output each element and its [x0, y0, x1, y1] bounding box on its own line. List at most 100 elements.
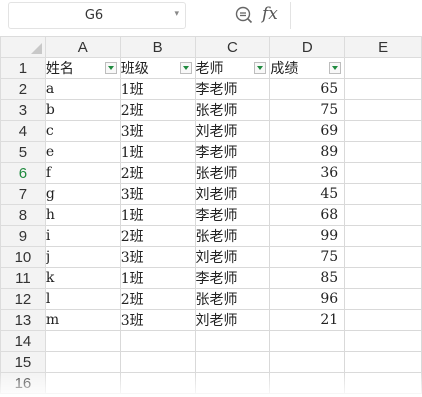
cell-class[interactable]: 1班 [119, 141, 196, 163]
cell-class[interactable]: 2班 [119, 225, 196, 247]
cell-class[interactable]: 2班 [119, 288, 196, 310]
row-header[interactable]: 5 [0, 141, 46, 163]
cell-header-teacher[interactable]: 老师 [194, 57, 271, 79]
cell-score[interactable]: 75 [269, 246, 346, 268]
cell-name[interactable]: c [44, 120, 121, 142]
cell-score[interactable]: 89 [269, 141, 346, 163]
row-header[interactable]: 1 [0, 57, 46, 79]
cell-score[interactable]: 85 [269, 267, 346, 289]
cell-class[interactable]: 2班 [119, 162, 196, 184]
row-header[interactable]: 8 [0, 204, 46, 226]
cell-name[interactable]: b [44, 99, 121, 121]
cell-empty[interactable] [344, 141, 422, 163]
cell-empty[interactable] [344, 78, 422, 100]
cell-empty[interactable] [344, 225, 422, 247]
cell-teacher[interactable] [194, 330, 271, 352]
cell-name[interactable]: l [44, 288, 121, 310]
cell-teacher[interactable]: 刘老师 [194, 309, 271, 331]
row-header[interactable]: 9 [0, 225, 46, 247]
cell-empty[interactable] [344, 288, 422, 310]
cell-teacher[interactable]: 张老师 [194, 99, 271, 121]
cell-teacher[interactable]: 李老师 [194, 204, 271, 226]
cell-name[interactable] [44, 351, 121, 373]
filter-dropdown-icon[interactable] [329, 62, 342, 74]
name-box[interactable]: G6 ▾ [8, 2, 186, 29]
cell-teacher[interactable]: 李老师 [194, 267, 271, 289]
cell-teacher[interactable]: 张老师 [194, 162, 271, 184]
column-header-b[interactable]: B [119, 36, 196, 58]
cell-class[interactable]: 3班 [119, 183, 196, 205]
cell-empty[interactable] [344, 330, 422, 352]
cell-name[interactable]: a [44, 78, 121, 100]
column-header-d[interactable]: D [269, 36, 346, 58]
select-all-corner[interactable] [0, 36, 46, 58]
cell-class[interactable] [119, 330, 196, 352]
cell-score[interactable] [269, 351, 346, 373]
cell-score[interactable]: 68 [269, 204, 346, 226]
cell-class[interactable]: 3班 [119, 120, 196, 142]
cell-header-class[interactable]: 班级 [119, 57, 196, 79]
cell-teacher[interactable]: 张老师 [194, 288, 271, 310]
cell-empty[interactable] [344, 183, 422, 205]
row-header[interactable]: 4 [0, 120, 46, 142]
row-header[interactable]: 3 [0, 99, 46, 121]
row-header[interactable]: 15 [0, 351, 46, 373]
cell-score[interactable]: 21 [269, 309, 346, 331]
cell-class[interactable]: 1班 [119, 267, 196, 289]
fx-icon[interactable]: fx [262, 4, 278, 24]
cell-score[interactable]: 36 [269, 162, 346, 184]
row-header[interactable]: 2 [0, 78, 46, 100]
zoom-search-icon[interactable] [234, 5, 254, 25]
cell-empty[interactable] [344, 267, 422, 289]
cell-header-score[interactable]: 成绩 [269, 57, 346, 79]
cell-empty[interactable] [344, 162, 422, 184]
cell-name[interactable]: i [44, 225, 121, 247]
cell-name[interactable]: j [44, 246, 121, 268]
cell-header-name[interactable]: 姓名 [44, 57, 121, 79]
cell-score[interactable]: 65 [269, 78, 346, 100]
row-header[interactable]: 14 [0, 330, 46, 352]
cell-empty[interactable] [344, 309, 422, 331]
row-header[interactable]: 13 [0, 309, 46, 331]
cell-name[interactable]: k [44, 267, 121, 289]
cell-empty[interactable] [344, 351, 422, 373]
cell-class[interactable]: 1班 [119, 204, 196, 226]
column-header-a[interactable]: A [44, 36, 121, 58]
column-header-c[interactable]: C [194, 36, 271, 58]
cell-teacher[interactable]: 刘老师 [194, 246, 271, 268]
row-header[interactable]: 6 [0, 162, 46, 184]
cell-score[interactable]: 99 [269, 225, 346, 247]
cell-empty[interactable] [344, 57, 422, 79]
cell-class[interactable]: 3班 [119, 309, 196, 331]
cell-name[interactable] [44, 330, 121, 352]
cell-score[interactable]: 96 [269, 288, 346, 310]
cell-class[interactable]: 3班 [119, 246, 196, 268]
cell-name[interactable]: f [44, 162, 121, 184]
row-header[interactable]: 11 [0, 267, 46, 289]
cell-teacher[interactable]: 张老师 [194, 225, 271, 247]
cell-empty[interactable] [344, 99, 422, 121]
column-header-e[interactable]: E [344, 36, 422, 58]
cell-teacher[interactable]: 李老师 [194, 141, 271, 163]
cell-score[interactable]: 45 [269, 183, 346, 205]
cell-score[interactable] [269, 330, 346, 352]
row-header[interactable]: 7 [0, 183, 46, 205]
row-header[interactable]: 12 [0, 288, 46, 310]
cell-name[interactable]: h [44, 204, 121, 226]
cell-teacher[interactable]: 刘老师 [194, 120, 271, 142]
cell-name[interactable]: g [44, 183, 121, 205]
cell-teacher[interactable] [194, 351, 271, 373]
row-header[interactable]: 10 [0, 246, 46, 268]
cell-class[interactable]: 1班 [119, 78, 196, 100]
filter-dropdown-icon[interactable] [179, 62, 192, 74]
cell-class[interactable]: 2班 [119, 99, 196, 121]
cell-empty[interactable] [344, 204, 422, 226]
chevron-down-icon[interactable]: ▾ [174, 9, 179, 19]
cell-name[interactable]: e [44, 141, 121, 163]
cell-score[interactable]: 75 [269, 99, 346, 121]
cell-teacher[interactable]: 李老师 [194, 78, 271, 100]
filter-dropdown-icon[interactable] [254, 62, 267, 74]
cell-empty[interactable] [344, 120, 422, 142]
cell-score[interactable]: 69 [269, 120, 346, 142]
cell-name[interactable]: m [44, 309, 121, 331]
